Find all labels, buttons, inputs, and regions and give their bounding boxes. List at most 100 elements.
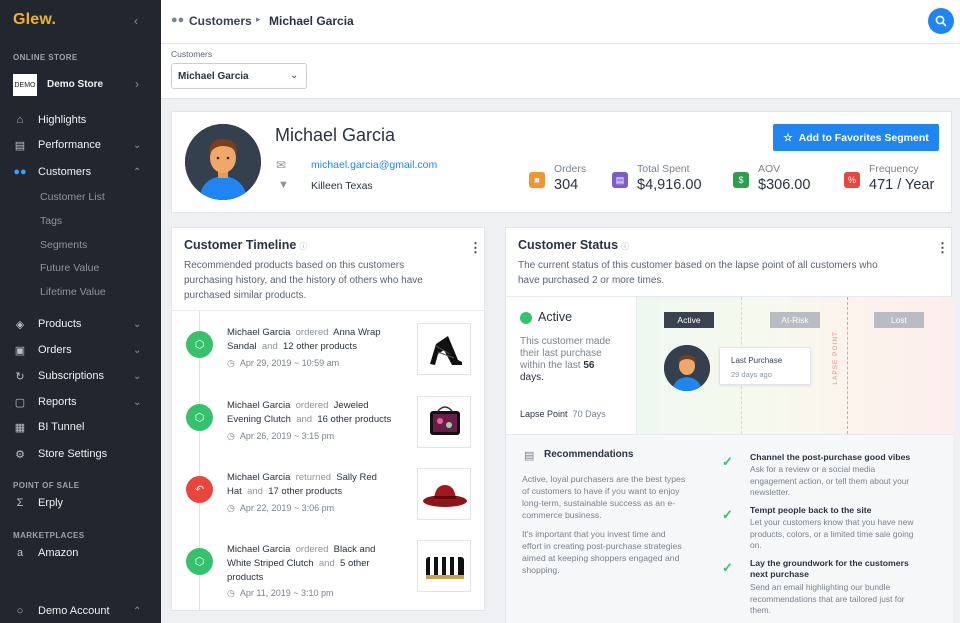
- body-line: on.: [750, 540, 762, 550]
- store-switcher[interactable]: DEMO Demo Store ›: [13, 72, 153, 98]
- customer-select[interactable]: Michael Garcia ⌄: [171, 63, 307, 89]
- recommendation-body: Send an email highlighting our bundle re…: [750, 582, 940, 617]
- collapse-sidebar-icon[interactable]: ‹: [134, 14, 138, 28]
- account-menu[interactable]: ○ Demo Account ⌃: [0, 599, 161, 623]
- status-menu-icon[interactable]: ⋮: [936, 240, 949, 256]
- entry-customer[interactable]: Michael Garcia: [227, 327, 290, 338]
- status-title-text: Customer Status: [518, 238, 619, 252]
- sidebar-sub-future-value[interactable]: Future Value: [40, 262, 99, 274]
- paragraph-line: effort in creating post-purchase strateg…: [522, 541, 682, 551]
- entry-others[interactable]: 17 other products: [268, 486, 342, 497]
- product-thumbnail[interactable]: [417, 468, 471, 520]
- entry-customer[interactable]: Michael Garcia: [227, 400, 290, 411]
- entry-product[interactable]: Black and: [334, 544, 376, 555]
- timeline-menu-icon[interactable]: ⋮: [469, 240, 482, 256]
- recommendations-paragraph: Active, loyal purchasers are the best ty…: [522, 473, 712, 521]
- status-lapse-chart: Active At-Risk LAPSE POINT Lost Last Pur…: [636, 297, 953, 434]
- state-desc-line: days.: [520, 372, 544, 383]
- state-desc-line: their last purchase: [520, 348, 602, 359]
- lapse-point-label: LAPSE POINT: [832, 331, 839, 385]
- percent-icon: %: [844, 172, 860, 188]
- customer-profile-card: Michael Garcia ✉ michael.garcia@gmail.co…: [171, 111, 952, 213]
- sidebar-item-label: Erply: [38, 497, 64, 509]
- sidebar-item-customers[interactable]: ●● Customers ⌃: [0, 160, 161, 184]
- account-name: Demo Account: [38, 605, 110, 617]
- sidebar-item-bi-tunnel[interactable]: ▦ BI Tunnel: [0, 415, 161, 439]
- lapse-label: Lapse Point: [520, 409, 568, 419]
- refresh-icon: ↻: [15, 370, 25, 383]
- product-thumbnail[interactable]: [417, 540, 471, 592]
- box-icon: ■: [529, 172, 545, 188]
- status-state-description: This customer made their last purchase w…: [520, 336, 630, 384]
- entry-product-cont[interactable]: Evening Clutch: [227, 414, 291, 425]
- entry-customer[interactable]: Michael Garcia: [227, 472, 290, 483]
- sidebar-sub-lifetime-value[interactable]: Lifetime Value: [40, 286, 106, 298]
- sidebar-item-reports[interactable]: ▢ Reports ⌄: [0, 390, 161, 414]
- inbox-icon: ▣: [14, 344, 26, 357]
- search-button[interactable]: [928, 8, 954, 34]
- status-title: Customer Status ⓘ: [518, 238, 629, 252]
- body-line: Let your customers know that you have ne…: [750, 517, 914, 527]
- sidebar-item-subscriptions[interactable]: ↻ Subscriptions ⌄: [0, 364, 161, 388]
- product-thumbnail[interactable]: [417, 396, 471, 448]
- customer-select-value: Michael Garcia: [178, 71, 249, 82]
- topbar: ●● Customers ▸ Michael Garcia: [161, 0, 960, 44]
- divider: [172, 310, 484, 311]
- entry-others[interactable]: 16 other products: [317, 414, 391, 425]
- users-icon: ●●: [171, 14, 185, 26]
- product-thumbnail[interactable]: [417, 323, 471, 375]
- lapse-value: 70 Days: [572, 409, 606, 419]
- stat-value: 304: [554, 177, 579, 193]
- sidebar-item-label: Subscriptions: [38, 370, 105, 382]
- info-icon[interactable]: ⓘ: [621, 242, 629, 251]
- sidebar-sub-customer-list[interactable]: Customer List: [40, 191, 105, 203]
- stat-label: Orders: [554, 163, 587, 175]
- recommendation-heading: Channel the post-purchase good vibes: [750, 452, 911, 462]
- breadcrumb-customers[interactable]: Customers: [189, 14, 252, 28]
- section-online-store: ONLINE STORE: [13, 53, 78, 62]
- entry-product[interactable]: Sally Red: [336, 472, 377, 483]
- customer-location: Killeen Texas: [311, 180, 373, 192]
- gear-icon: ⚙: [15, 448, 25, 461]
- entry-and: and: [296, 414, 313, 425]
- entry-product-cont[interactable]: Hat: [227, 486, 242, 497]
- sidebar-item-performance[interactable]: ▤ Performance ⌄: [0, 133, 161, 157]
- customer-email-link[interactable]: michael.garcia@gmail.com: [311, 159, 437, 171]
- state-days: 56: [583, 360, 595, 371]
- status-description: The current status of this customer base…: [518, 258, 878, 288]
- timeline-description-line: purchased similar products.: [184, 290, 307, 301]
- lapse-point-summary: Lapse Point 70 Days: [520, 409, 606, 419]
- sidebar-item-erply[interactable]: Σ Erply: [0, 491, 161, 515]
- sidebar-item-store-settings[interactable]: ⚙ Store Settings: [0, 442, 161, 466]
- sidebar-item-products[interactable]: ◈ Products ⌄: [0, 312, 161, 336]
- heading-line: next purchase: [750, 569, 809, 579]
- user-circle-icon: ○: [16, 605, 24, 617]
- body-line: newsletter.: [750, 487, 791, 497]
- customer-timeline-card: Customer Timeline ⓘ ⋮ Recommended product…: [171, 227, 485, 611]
- order-box-icon: ⬡: [186, 548, 213, 575]
- sidebar-item-label: Amazon: [38, 547, 79, 559]
- entry-customer[interactable]: Michael Garcia: [227, 544, 290, 555]
- timeline-entry-text: Michael Garcia ordered Anna Wrap Sandal …: [227, 326, 402, 354]
- entry-others[interactable]: 5 other: [340, 558, 370, 569]
- sidebar-item-label: Performance: [38, 139, 101, 151]
- entry-date: ◷ Apr 29, 2019 ~ 10:59 am: [227, 358, 340, 368]
- entry-product[interactable]: Anna Wrap: [333, 327, 380, 338]
- entry-others-cont[interactable]: products: [227, 572, 263, 583]
- entry-product-cont[interactable]: White Striped Clutch: [227, 558, 314, 569]
- customer-selector-label: Customers: [171, 49, 213, 59]
- sidebar-sub-tags[interactable]: Tags: [40, 215, 62, 227]
- add-to-favorites-button[interactable]: ☆ Add to Favorites Segment: [773, 124, 939, 151]
- sidebar-item-highlights[interactable]: ⌂ Highlights: [0, 108, 161, 132]
- glew-logo[interactable]: Glew.: [13, 11, 56, 29]
- entry-product[interactable]: Jeweled: [334, 400, 369, 411]
- status-state: Active: [538, 310, 573, 324]
- sidebar-item-amazon[interactable]: a Amazon: [0, 541, 161, 565]
- sidebar-item-orders[interactable]: ▣ Orders ⌄: [0, 338, 161, 362]
- sidebar-sub-segments[interactable]: Segments: [40, 239, 87, 251]
- state-desc-line: This customer made: [520, 336, 611, 347]
- info-icon[interactable]: ⓘ: [299, 242, 307, 251]
- chevron-up-icon: ⌃: [133, 166, 142, 178]
- entry-others[interactable]: 12 other products: [283, 341, 357, 352]
- entry-product-cont[interactable]: Sandal: [227, 341, 257, 352]
